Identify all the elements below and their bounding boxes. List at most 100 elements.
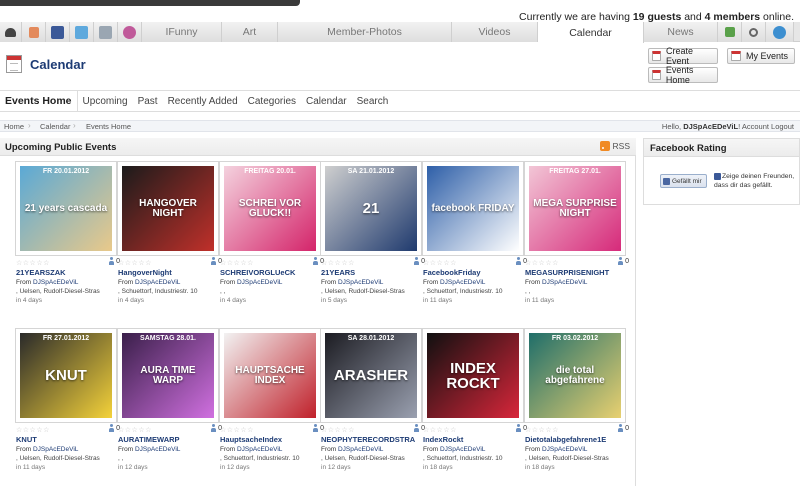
subnav-calendar[interactable]: Calendar	[301, 91, 352, 112]
poster-title: KNUT	[45, 367, 87, 384]
event-owner-link[interactable]: DJSpAcEDeViL	[338, 446, 383, 453]
events-home-icon	[652, 70, 661, 80]
event-poster-link[interactable]: FR 20.01.2012 21 years cascada	[15, 161, 117, 256]
rss-link[interactable]: RSS	[599, 141, 630, 151]
username[interactable]: DJSpAcEDeViL	[683, 122, 738, 131]
like-text: Zeige deinen Freunden, dass dir das gefä…	[714, 172, 795, 190]
tab-home[interactable]	[0, 22, 22, 42]
event-owner: From DJSpAcEDeViL	[525, 279, 588, 286]
event-poster-link[interactable]: SA 21.01.2012 21	[320, 161, 422, 256]
event-name[interactable]: HangoverNight	[118, 268, 222, 277]
event-name[interactable]: MEGASURPRISENIGHT	[525, 268, 629, 277]
tab-globe[interactable]	[766, 22, 794, 42]
events-subnav: Events Home Upcoming Past Recently Added…	[0, 90, 800, 112]
event-name[interactable]: 21YEARS	[321, 268, 425, 277]
subnav-upcoming[interactable]: Upcoming	[78, 91, 133, 112]
event-owner-link[interactable]: DJSpAcEDeViL	[33, 446, 78, 453]
rating-stars[interactable]: ☆☆☆☆☆	[525, 426, 559, 434]
event-owner-link[interactable]: DJSpAcEDeViL	[135, 279, 180, 286]
event-owner-link[interactable]: DJSpAcEDeViL	[33, 279, 78, 286]
tab-add[interactable]	[718, 22, 742, 42]
rating-stars[interactable]: ☆☆☆☆☆	[16, 259, 50, 267]
event-name[interactable]: NEOPHYTERECORDSTRA	[321, 435, 425, 444]
event-owner-link[interactable]: DJSpAcEDeViL	[237, 279, 282, 286]
event-poster-link[interactable]: HANGOVER NIGHT	[117, 161, 219, 256]
account-link[interactable]: Account	[742, 122, 769, 131]
event-name[interactable]: HauptsacheIndex	[220, 435, 324, 444]
rating-stars[interactable]: ☆☆☆☆☆	[220, 426, 254, 434]
tab-member-photos[interactable]: Member-Photos	[278, 22, 452, 42]
rating-stars[interactable]: ☆☆☆☆☆	[118, 426, 152, 434]
events-home-button[interactable]: Events Home	[648, 65, 718, 85]
tab-facebook[interactable]	[46, 22, 70, 42]
rating-stars[interactable]: ☆☆☆☆☆	[118, 259, 152, 267]
event-when: in 12 days	[118, 464, 148, 471]
event-poster-link[interactable]: HAUPTSACHE INDEX	[219, 328, 321, 423]
event-owner-link[interactable]: DJSpAcEDeViL	[440, 446, 485, 453]
rating-stars[interactable]: ☆☆☆☆☆	[321, 426, 355, 434]
event-owner-link[interactable]: DJSpAcEDeViL	[338, 279, 383, 286]
subnav-past[interactable]: Past	[133, 91, 163, 112]
event-poster-link[interactable]: INDEX ROCKT	[422, 328, 524, 423]
person-icon	[515, 424, 522, 432]
logout-link[interactable]: Logout	[771, 122, 794, 131]
event-poster-link[interactable]: FR 27.01.2012 KNUT	[15, 328, 117, 423]
poster-title: HANGOVER NIGHT	[139, 197, 197, 219]
rating-stars[interactable]: ☆☆☆☆☆	[525, 259, 559, 267]
tab-search[interactable]	[742, 22, 766, 42]
create-event-icon	[652, 51, 661, 61]
event-poster-link[interactable]: SAMSTAG 28.01. AURA TIME WARP	[117, 328, 219, 423]
event-owner-link[interactable]: DJSpAcEDeViL	[542, 279, 587, 286]
site-banner	[0, 0, 300, 6]
tab-twitter[interactable]	[70, 22, 94, 42]
rating-stars[interactable]: ☆☆☆☆☆	[321, 259, 355, 267]
event-name[interactable]: AURATIMEWARP	[118, 435, 222, 444]
tab-ifunny[interactable]: IFunny	[142, 22, 222, 42]
tab-videos[interactable]: Videos	[452, 22, 538, 42]
breadcrumb-home[interactable]: Home	[4, 122, 24, 131]
breadcrumb-calendar[interactable]: Calendar	[40, 122, 70, 131]
tab-calendar[interactable]: Calendar	[538, 22, 644, 43]
event-owner-link[interactable]: DJSpAcEDeViL	[440, 279, 485, 286]
event-poster-link[interactable]: facebook FRIDAY	[422, 161, 524, 256]
tab-shapes[interactable]	[118, 22, 142, 42]
tab-print[interactable]	[94, 22, 118, 42]
my-events-button[interactable]: My Events	[727, 48, 795, 64]
event-name[interactable]: SCHREIVORGLUeCK	[220, 268, 324, 277]
create-event-button[interactable]: Create Event	[648, 46, 718, 66]
rating-stars[interactable]: ☆☆☆☆☆	[16, 426, 50, 434]
rating-stars[interactable]: ☆☆☆☆☆	[220, 259, 254, 267]
event-name[interactable]: KNUT	[16, 435, 120, 444]
rating-stars[interactable]: ☆☆☆☆☆	[423, 426, 457, 434]
like-button[interactable]: Gefällt mir	[660, 174, 707, 188]
subnav-search[interactable]: Search	[352, 91, 394, 112]
thumbs-up-icon	[663, 177, 670, 185]
person-icon	[617, 257, 624, 265]
poster-title: AURA TIME WARP	[140, 364, 196, 386]
event-poster-link[interactable]: SA 28.01.2012 ARASHER	[320, 328, 422, 423]
tab-art[interactable]: Art	[222, 22, 278, 42]
event-owner-link[interactable]: DJSpAcEDeViL	[542, 446, 587, 453]
event-poster-link[interactable]: FREITAG 20.01. SCHREI VOR GLUCK!!	[219, 161, 321, 256]
event-name[interactable]: FacebookFriday	[423, 268, 527, 277]
breadcrumb: Home › Calendar › Events Home Hello, DJS…	[0, 120, 800, 132]
add-icon	[724, 27, 735, 37]
subnav-categories[interactable]: Categories	[243, 91, 301, 112]
event-owner-link[interactable]: DJSpAcEDeViL	[135, 446, 180, 453]
breadcrumb-events-home: Events Home	[86, 122, 132, 131]
event-name[interactable]: 21YEARSZAK	[16, 268, 120, 277]
tab-news[interactable]: News	[644, 22, 718, 42]
event-name[interactable]: IndexRockt	[423, 435, 527, 444]
tab-profile[interactable]	[22, 22, 46, 42]
poster-date: SA 21.01.2012	[347, 168, 395, 175]
event-poster-link[interactable]: FR 03.02.2012 die total abgefahrene	[524, 328, 626, 423]
event-owner-link[interactable]: DJSpAcEDeViL	[237, 446, 282, 453]
subnav-events-home[interactable]: Events Home	[0, 90, 78, 112]
main-nav: IFunny Art Member-Photos Videos Calendar…	[0, 22, 800, 43]
person-icon	[312, 424, 319, 432]
rating-stars[interactable]: ☆☆☆☆☆	[423, 259, 457, 267]
event-location: , Schuettorf, Industriestr. 10	[423, 288, 503, 295]
subnav-recently-added[interactable]: Recently Added	[163, 91, 243, 112]
event-name[interactable]: Dietotalabgefahrene1E	[525, 435, 629, 444]
event-poster-link[interactable]: FREITAG 27.01. MEGA SURPRISE NIGHT	[524, 161, 626, 256]
